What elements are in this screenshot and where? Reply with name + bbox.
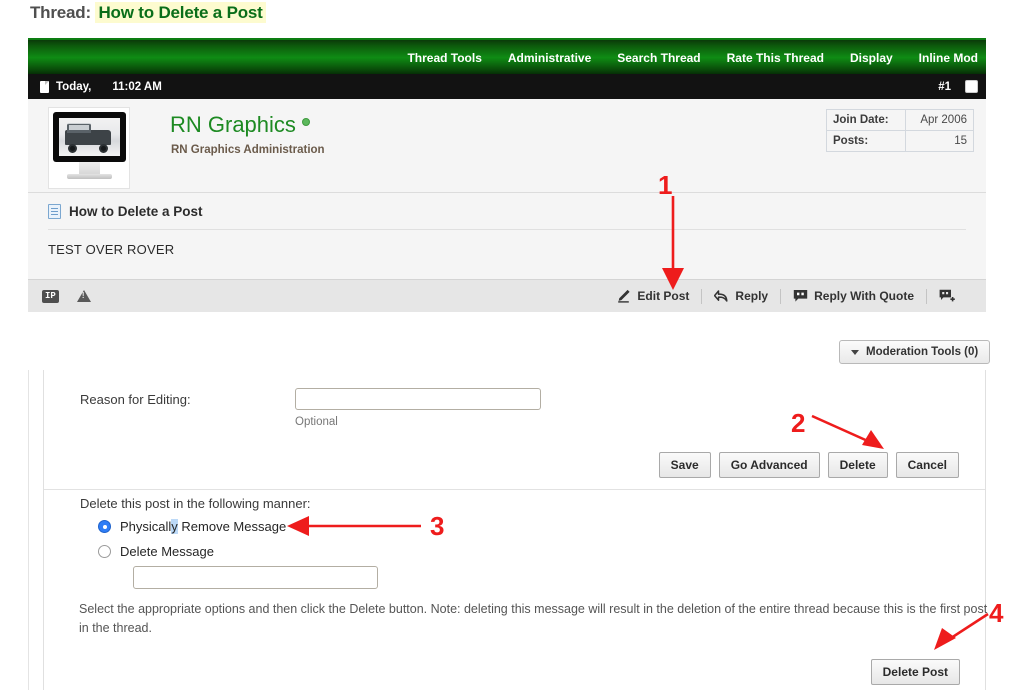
quote-bubble-icon xyxy=(793,289,808,303)
post-action-right: Edit Post Reply xyxy=(604,289,972,304)
thread-toolbar: Thread Tools Administrative Search Threa… xyxy=(28,38,986,74)
online-status-dot xyxy=(302,118,310,126)
post-number-group: #1 xyxy=(938,80,978,93)
delete-manner-label: Delete this post in the following manner… xyxy=(80,496,311,511)
nav-thread-tools[interactable]: Thread Tools xyxy=(407,51,481,65)
radio-delete-message[interactable]: Delete Message xyxy=(98,544,214,559)
post-user-block: RN Graphics RN Graphics Administration J… xyxy=(28,99,986,193)
post-time: 11:02 AM xyxy=(112,81,161,93)
nav-rate-this-thread[interactable]: Rate This Thread xyxy=(727,51,824,65)
reply-with-quote-label: Reply With Quote xyxy=(814,289,914,303)
table-row: Join Date: Apr 2006 xyxy=(827,110,974,131)
user-title: RN Graphics Administration xyxy=(171,144,325,156)
reason-for-editing-input[interactable] xyxy=(295,388,541,410)
join-date-value: Apr 2006 xyxy=(905,110,973,131)
delete-reason-input[interactable] xyxy=(133,566,378,589)
go-advanced-button[interactable]: Go Advanced xyxy=(719,452,820,478)
post-date-group: Today, 11:02 AM xyxy=(40,81,162,93)
avatar[interactable] xyxy=(48,107,130,189)
panel-divider xyxy=(44,489,985,490)
reason-for-editing-row: Reason for Editing: Optional xyxy=(80,388,541,428)
vehicle-wheel-front xyxy=(68,144,77,153)
username[interactable]: RN Graphics xyxy=(170,112,310,138)
edit-post-label: Edit Post xyxy=(637,289,689,303)
page-title: Thread: How to Delete a Post xyxy=(30,3,266,23)
delete-post-panel-inner: Reason for Editing: Optional Save Go Adv… xyxy=(43,370,986,690)
post-action-bar: IP Edit Post xyxy=(28,279,986,312)
label-part-pre: Physicall xyxy=(120,519,171,534)
reason-input-group: Optional xyxy=(295,388,541,428)
delete-post-button[interactable]: Delete Post xyxy=(871,659,960,685)
user-info-table: Join Date: Apr 2006 Posts: 15 xyxy=(826,109,974,152)
thread-title: How to Delete a Post xyxy=(95,2,265,23)
post-page-icon xyxy=(48,204,61,219)
screenshot-root: Thread: How to Delete a Post Thread Tool… xyxy=(0,0,1013,700)
nav-inline-mod[interactable]: Inline Mod xyxy=(919,51,978,65)
avatar-monitor-neck xyxy=(79,162,100,174)
edit-post-button[interactable]: Edit Post xyxy=(604,289,701,303)
inline-mod-checkbox[interactable] xyxy=(965,80,978,93)
document-icon xyxy=(40,81,49,93)
username-text: RN Graphics xyxy=(170,112,296,137)
reply-arrow-icon xyxy=(714,289,729,303)
report-warning-icon[interactable] xyxy=(77,290,91,302)
reason-optional-hint: Optional xyxy=(295,416,541,428)
post-action-left: IP xyxy=(42,290,91,303)
reason-for-editing-label: Reason for Editing: xyxy=(80,388,295,407)
posts-label: Posts: xyxy=(827,131,906,152)
avatar-photo xyxy=(59,118,120,156)
post-date: Today, xyxy=(56,81,91,93)
post-container: Thread Tools Administrative Search Threa… xyxy=(28,38,986,312)
post-title-row: How to Delete a Post xyxy=(28,193,986,229)
label-part-post: Remove Message xyxy=(178,519,286,534)
join-date-label: Join Date: xyxy=(827,110,906,131)
vehicle-window xyxy=(69,125,89,130)
cancel-button[interactable]: Cancel xyxy=(896,452,959,478)
panel-button-row: Save Go Advanced Delete Cancel xyxy=(659,452,959,478)
avatar-monitor-base xyxy=(67,174,112,179)
delete-note-text: Select the appropriate options and then … xyxy=(79,600,997,639)
pencil-icon xyxy=(616,289,631,303)
avatar-screen xyxy=(53,112,126,162)
nav-search-thread[interactable]: Search Thread xyxy=(617,51,700,65)
radio-physically-remove-input[interactable] xyxy=(98,520,111,533)
moderation-tools-label: Moderation Tools (0) xyxy=(866,346,978,358)
radio-physically-remove-label: Physically Remove Message xyxy=(120,519,286,534)
post-number[interactable]: #1 xyxy=(938,81,951,93)
ip-badge[interactable]: IP xyxy=(42,290,59,303)
radio-delete-message-input[interactable] xyxy=(98,545,111,558)
post-body: TEST OVER ROVER xyxy=(28,230,986,279)
moderation-tools-button[interactable]: Moderation Tools (0) xyxy=(839,340,990,364)
multi-quote-plus-icon xyxy=(939,289,954,303)
reply-label: Reply xyxy=(735,289,768,303)
posts-value: 15 xyxy=(905,131,973,152)
reply-button[interactable]: Reply xyxy=(702,289,780,303)
radio-physically-remove[interactable]: Physically Remove Message xyxy=(98,519,286,534)
multi-quote-button[interactable] xyxy=(927,289,972,303)
vehicle-wheel-rear xyxy=(99,144,108,153)
radio-delete-message-label: Delete Message xyxy=(120,544,214,559)
post-title: How to Delete a Post xyxy=(69,204,203,219)
nav-administrative[interactable]: Administrative xyxy=(508,51,591,65)
chevron-down-icon xyxy=(851,350,859,355)
reply-with-quote-button[interactable]: Reply With Quote xyxy=(781,289,926,303)
nav-display[interactable]: Display xyxy=(850,51,893,65)
delete-post-panel: Reason for Editing: Optional Save Go Adv… xyxy=(28,370,986,690)
post-meta-bar: Today, 11:02 AM #1 xyxy=(28,74,986,99)
thread-label: Thread: xyxy=(30,3,91,22)
delete-button[interactable]: Delete xyxy=(828,452,888,478)
save-button[interactable]: Save xyxy=(659,452,711,478)
table-row: Posts: 15 xyxy=(827,131,974,152)
thread-toolbar-items: Thread Tools Administrative Search Threa… xyxy=(407,40,978,76)
